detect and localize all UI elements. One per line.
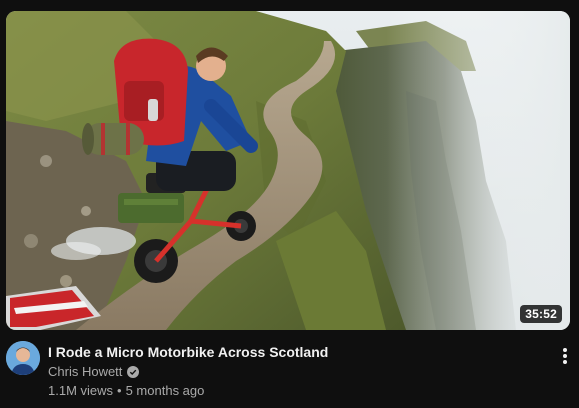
avatar-image [6, 341, 40, 375]
thumbnail-image [6, 11, 570, 330]
video-thumbnail[interactable]: 35:52 [6, 11, 570, 330]
upload-age: 5 months ago [125, 383, 205, 398]
check-circle-icon [127, 366, 140, 378]
video-stats: 1.1M views • 5 months ago [48, 382, 204, 400]
duration-badge: 35:52 [520, 305, 562, 323]
video-card[interactable]: 35:52 I Rode a Micro Motorbike Across Sc… [0, 0, 579, 408]
stats-separator: • [117, 383, 122, 398]
checkmark-glyph [130, 369, 137, 375]
vertical-dots-icon[interactable] [559, 346, 571, 366]
video-details: I Rode a Micro Motorbike Across Scotland… [6, 340, 579, 402]
menu-dot [563, 360, 567, 364]
channel-avatar[interactable] [6, 341, 40, 375]
view-count: 1.1M views [48, 383, 114, 398]
menu-dot [563, 354, 567, 358]
channel-name[interactable]: Chris Howett [48, 363, 122, 381]
menu-dot [563, 348, 567, 352]
channel-row: Chris Howett [48, 363, 140, 381]
video-title[interactable]: I Rode a Micro Motorbike Across Scotland [48, 343, 328, 361]
